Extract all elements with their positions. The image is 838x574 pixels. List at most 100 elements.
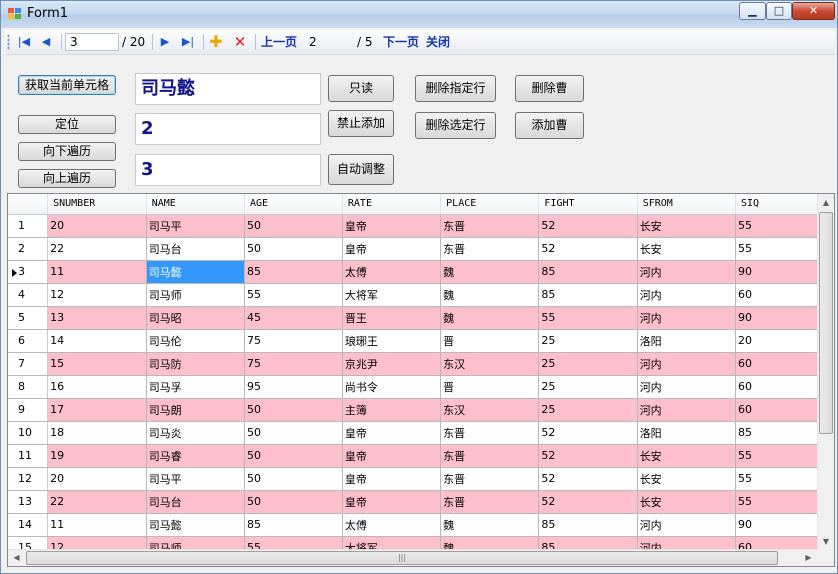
grid-cell[interactable]: 京兆尹 [342, 352, 442, 376]
grid-cell[interactable]: 25 [538, 352, 638, 376]
row-header[interactable]: 9 [8, 398, 49, 422]
row-header[interactable]: 12 [8, 467, 49, 491]
grid-cell[interactable]: 主簿 [342, 398, 442, 422]
grid-cell[interactable]: 司马台 [146, 237, 245, 261]
add-icon[interactable]: ✚ [207, 33, 225, 51]
table-row[interactable]: 12 20 司马平 50 皇帝 东晋 52 长安 55 [8, 467, 834, 491]
scroll-right-icon[interactable]: ▶ [800, 550, 817, 566]
grid-cell[interactable]: 50 [244, 398, 343, 422]
grid-cell[interactable]: 50 [244, 444, 343, 468]
grid-cell[interactable]: 长安 [637, 237, 736, 261]
disable-add-button[interactable]: 禁止添加 [328, 110, 394, 137]
row-header[interactable]: 7 [8, 352, 49, 376]
grid-cell[interactable]: 尚书令 [342, 375, 442, 399]
grid-cell[interactable]: 东晋 [440, 421, 540, 445]
table-row[interactable]: 4 12 司马师 55 大将军魏 85 河内 60 [8, 283, 834, 307]
grid-cell[interactable]: 皇帝 [342, 490, 442, 514]
table-row[interactable]: 2 22 司马台 50 皇帝 东晋 52 长安 55 [8, 237, 834, 261]
next-record-icon[interactable]: ▶ [156, 33, 174, 51]
grid-cell[interactable]: 20 [47, 467, 147, 491]
header-corner[interactable] [8, 194, 49, 215]
grid-cell[interactable]: 洛阳 [637, 421, 736, 445]
grid-cell[interactable]: 长安 [637, 490, 736, 514]
column-header-fight[interactable]: FIGHT [538, 194, 638, 215]
grid-cell[interactable]: 魏 [440, 306, 540, 330]
grid-cell[interactable]: 东晋 [440, 490, 540, 514]
add-cao-button[interactable]: 添加曹 [515, 112, 584, 139]
grid-cell[interactable]: 17 [47, 398, 147, 422]
scroll-up-icon[interactable]: ▲ [818, 194, 834, 211]
row-header[interactable]: 5 [8, 306, 49, 330]
grid-cell[interactable]: 52 [538, 467, 638, 491]
delete-selected-row-button[interactable]: 删除选定行 [415, 112, 496, 139]
grid-cell[interactable]: 洛阳 [637, 329, 736, 353]
column-header-age[interactable]: AGE [244, 194, 343, 215]
row-header[interactable]: 3 [8, 260, 49, 284]
name-textbox[interactable]: 司马懿 [135, 73, 321, 105]
grid-cell[interactable]: 皇帝 [342, 467, 442, 491]
grid-cell[interactable]: 25 [538, 398, 638, 422]
grid-cell[interactable]: 25 [538, 329, 638, 353]
traverse-down-button[interactable]: 向下遍历 [18, 142, 116, 161]
last-page-icon[interactable]: ▶| [179, 33, 197, 51]
toolbar-grip[interactable] [7, 34, 10, 50]
grid-cell[interactable]: 东汉 [440, 352, 540, 376]
grid-cell[interactable]: 司马懿 [146, 513, 245, 537]
grid-cell[interactable]: 55 [538, 306, 638, 330]
grid-cell[interactable]: 晋王 [342, 306, 442, 330]
grid-cell[interactable]: 河内 [637, 260, 736, 284]
grid-cell[interactable]: 11 [47, 513, 147, 537]
vertical-scrollbar[interactable]: ▲ ▼ [817, 194, 834, 550]
grid-cell[interactable]: 长安 [637, 444, 736, 468]
grid-cell[interactable]: 25 [538, 375, 638, 399]
column-header-rate[interactable]: RATE [342, 194, 442, 215]
delete-icon[interactable]: ✕ [231, 33, 249, 51]
grid-cell[interactable]: 50 [244, 421, 343, 445]
grid-cell[interactable]: 河内 [637, 398, 736, 422]
row-header[interactable]: 1 [8, 214, 49, 238]
title-bar[interactable]: Form1 ▁ □ ✕ [1, 1, 837, 28]
grid-cell[interactable]: 魏 [440, 513, 540, 537]
traverse-up-button[interactable]: 向上遍历 [18, 169, 116, 188]
delete-specified-row-button[interactable]: 删除指定行 [415, 75, 496, 102]
delete-cao-button[interactable]: 删除曹 [515, 75, 584, 102]
grid-cell[interactable]: 95 [244, 375, 343, 399]
table-row[interactable]: 14 11 司马懿 85 太傅魏 85 河内 90 [8, 513, 834, 537]
table-row[interactable]: 1 20 司马平 50 皇帝 东晋 52 长安 55 [8, 214, 834, 238]
grid-cell[interactable]: 85 [538, 260, 638, 284]
grid-cell[interactable]: 东汉 [440, 398, 540, 422]
grid-cell[interactable]: 14 [47, 329, 147, 353]
row-header[interactable]: 6 [8, 329, 49, 353]
get-current-cell-button[interactable]: 获取当前单元格 [18, 75, 116, 95]
table-row[interactable]: 11 19 司马睿 50 皇帝 东晋 52 长安 55 [8, 444, 834, 468]
table-row[interactable]: 9 17 司马朗 50 主簿 东汉 25 河内 60 [8, 398, 834, 422]
grid-cell[interactable]: 琅琊王 [342, 329, 442, 353]
row-header[interactable]: 2 [8, 237, 49, 261]
grid-cell[interactable]: 东晋 [440, 467, 540, 491]
grid-cell[interactable]: 皇帝 [342, 237, 442, 261]
grid-cell[interactable]: 司马孚 [146, 375, 245, 399]
grid-cell[interactable]: 司马台 [146, 490, 245, 514]
table-row[interactable]: 5 13 司马昭 45 晋王魏 55 河内 90 [8, 306, 834, 330]
grid-cell[interactable]: 司马炎 [146, 421, 245, 445]
first-page-icon[interactable]: |◀ [15, 33, 33, 51]
grid-cell[interactable]: 东晋 [440, 444, 540, 468]
grid-cell[interactable]: 19 [47, 444, 147, 468]
row-header[interactable]: 10 [8, 421, 49, 445]
readonly-button[interactable]: 只读 [328, 75, 394, 102]
grid-cell[interactable]: 河内 [637, 283, 736, 307]
grid-cell[interactable]: 司马懿 [146, 260, 245, 284]
grid-cell[interactable]: 太傅 [342, 513, 442, 537]
grid-cell[interactable]: 50 [244, 467, 343, 491]
table-row[interactable]: 8 16 司马孚 95 尚书令晋 25 河内 60 [8, 375, 834, 399]
minimize-button[interactable]: ▁ [739, 2, 766, 20]
locate-button[interactable]: 定位 [18, 115, 116, 134]
table-row[interactable]: 7 15 司马防 75 京兆尹 东汉 25 河内 60 [8, 352, 834, 376]
grid-cell[interactable]: 22 [47, 237, 147, 261]
grid-cell[interactable]: 16 [47, 375, 147, 399]
grid-cell[interactable]: 太傅 [342, 260, 442, 284]
position-input[interactable]: 3 [65, 33, 119, 51]
grid-cell[interactable]: 晋 [440, 329, 540, 353]
grid-cell[interactable]: 魏 [440, 283, 540, 307]
grid-cell[interactable]: 大将军 [342, 283, 442, 307]
